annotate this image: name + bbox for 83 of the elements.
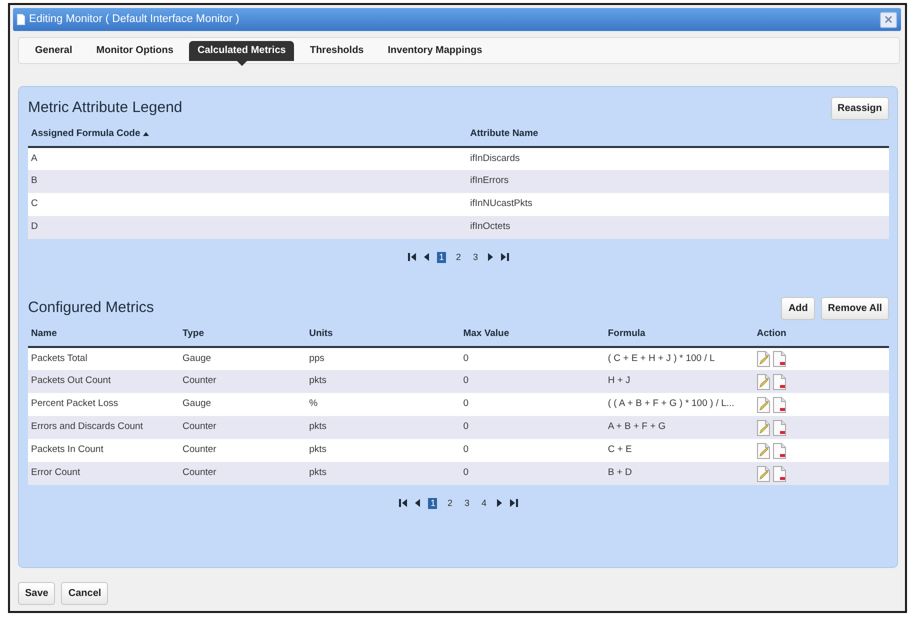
table-cell: 0 bbox=[460, 370, 605, 393]
table-cell: Counter bbox=[180, 462, 306, 485]
delete-icon[interactable] bbox=[772, 351, 786, 367]
column-header[interactable]: Assigned Formula Code bbox=[31, 126, 140, 141]
table-cell: A bbox=[28, 147, 468, 170]
tab[interactable]: Monitor Options bbox=[88, 41, 182, 66]
section-title: Configured Metrics bbox=[28, 298, 154, 318]
add-button[interactable]: Add bbox=[781, 296, 815, 320]
last-page-icon[interactable] bbox=[510, 499, 518, 507]
page-number[interactable]: 2 bbox=[445, 498, 454, 508]
table-cell: Counter bbox=[180, 439, 306, 462]
table-cell: Counter bbox=[180, 416, 306, 439]
page-number[interactable]: 1 bbox=[436, 252, 446, 262]
delete-icon[interactable] bbox=[772, 396, 786, 412]
table-cell: Gauge bbox=[180, 347, 306, 370]
table-cell: pkts bbox=[306, 462, 460, 485]
sort-ascending-icon[interactable] bbox=[143, 132, 150, 136]
reassign-button[interactable]: Reassign bbox=[830, 96, 889, 120]
table-cell: 0 bbox=[460, 393, 605, 416]
table-cell: ifInNUcastPkts bbox=[467, 193, 889, 216]
delete-icon[interactable] bbox=[772, 466, 786, 482]
table-cell: 0 bbox=[460, 439, 605, 462]
page-number[interactable]: 2 bbox=[454, 252, 463, 262]
table-cell: B bbox=[28, 170, 468, 193]
document-icon bbox=[17, 14, 25, 25]
tab[interactable]: Calculated Metrics bbox=[189, 41, 294, 66]
table-cell: pps bbox=[306, 347, 460, 370]
remove-all-button[interactable]: Remove All bbox=[820, 296, 889, 320]
tab[interactable]: Thresholds bbox=[302, 41, 372, 66]
tab[interactable]: General bbox=[27, 41, 80, 66]
window-title: Editing Monitor ( Default Interface Monitor ) bbox=[29, 12, 240, 28]
section-title: Metric Attribute Legend bbox=[28, 98, 182, 118]
previous-page-icon[interactable] bbox=[424, 253, 429, 261]
page-number[interactable]: 3 bbox=[462, 498, 472, 508]
table-cell: Errors and Discards Count bbox=[28, 416, 180, 439]
table-cell: pkts bbox=[306, 439, 460, 462]
table-cell: % bbox=[306, 393, 460, 416]
delete-icon[interactable] bbox=[772, 420, 786, 436]
page-number[interactable]: 3 bbox=[471, 252, 480, 262]
table-cell: 0 bbox=[460, 416, 605, 439]
edit-icon[interactable] bbox=[756, 396, 770, 412]
delete-icon[interactable] bbox=[772, 374, 786, 390]
table-cell: C + E bbox=[604, 439, 754, 462]
table-cell: Packets Out Count bbox=[28, 370, 180, 393]
next-page-icon[interactable] bbox=[488, 253, 494, 261]
edit-icon[interactable] bbox=[756, 442, 770, 458]
edit-icon[interactable] bbox=[756, 351, 770, 367]
edit-icon[interactable] bbox=[756, 420, 770, 436]
table-cell: ( ( A + B + F + G ) * 100 ) / L... bbox=[604, 393, 754, 416]
close-button[interactable] bbox=[880, 12, 897, 28]
table-cell: H + J bbox=[604, 370, 754, 393]
table-cell: pkts bbox=[306, 370, 460, 393]
save-button[interactable]: Save bbox=[18, 582, 56, 605]
edit-icon[interactable] bbox=[756, 374, 770, 390]
table-cell: 0 bbox=[460, 347, 605, 370]
table-cell: ( C + E + H + J ) * 100 / L bbox=[604, 347, 754, 370]
table-cell: ifInOctets bbox=[467, 216, 889, 239]
table-cell: C bbox=[28, 193, 468, 216]
next-page-icon[interactable] bbox=[496, 499, 502, 507]
table-cell: B + D bbox=[604, 462, 754, 485]
close-icon bbox=[885, 16, 892, 23]
table-cell: ifInDiscards bbox=[467, 147, 889, 170]
tab[interactable]: Inventory Mappings bbox=[380, 41, 490, 66]
table-cell: ifInErrors bbox=[467, 170, 889, 193]
table-cell: A + B + F + G bbox=[604, 416, 754, 439]
page-number[interactable]: 4 bbox=[480, 498, 489, 508]
page-number[interactable]: 1 bbox=[428, 498, 438, 508]
delete-icon[interactable] bbox=[772, 442, 786, 458]
table-cell: 0 bbox=[460, 462, 605, 485]
table-cell: Gauge bbox=[180, 393, 306, 416]
first-page-icon[interactable] bbox=[408, 253, 416, 261]
table-cell: Packets Total bbox=[28, 347, 180, 370]
cancel-button[interactable]: Cancel bbox=[61, 582, 108, 605]
table-cell: D bbox=[28, 216, 468, 239]
edit-icon[interactable] bbox=[756, 466, 770, 482]
previous-page-icon[interactable] bbox=[415, 499, 420, 507]
table-cell: Error Count bbox=[28, 462, 180, 485]
table-cell: pkts bbox=[306, 416, 460, 439]
table-cell: Counter bbox=[180, 370, 306, 393]
table-cell: Packets In Count bbox=[28, 439, 180, 462]
last-page-icon[interactable] bbox=[501, 253, 510, 261]
first-page-icon[interactable] bbox=[399, 499, 408, 507]
table-cell: Percent Packet Loss bbox=[28, 393, 180, 416]
